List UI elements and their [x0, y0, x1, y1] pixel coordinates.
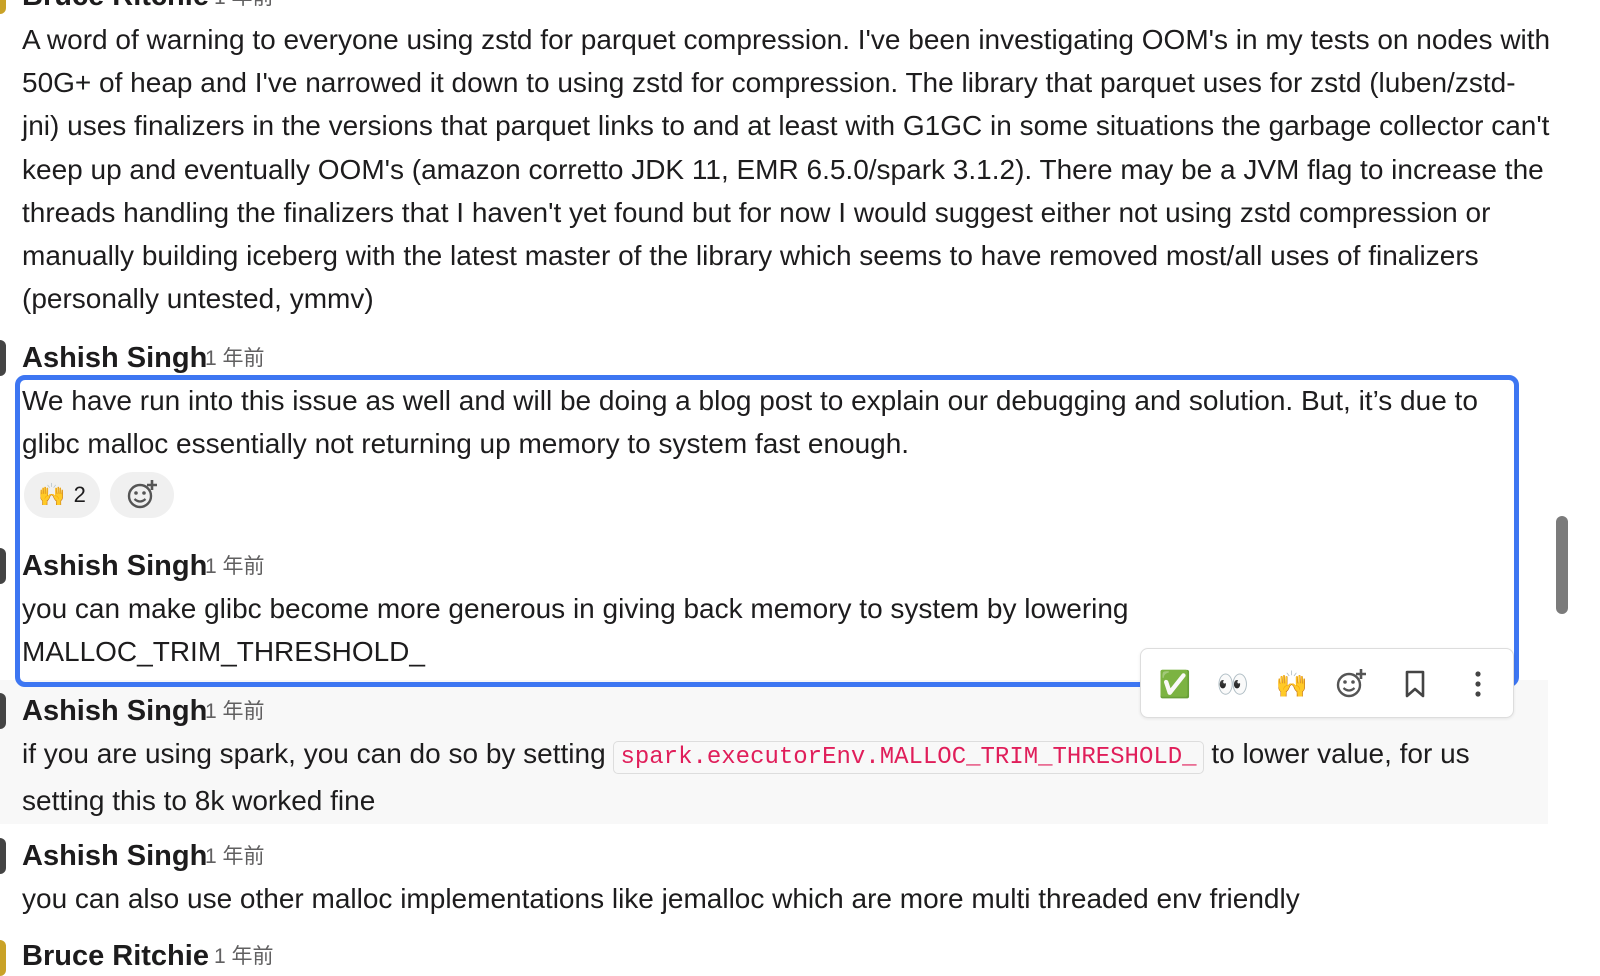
- eyes-icon: 👀: [1216, 668, 1250, 699]
- message-text: A word of warning to everyone using zstd…: [22, 24, 1551, 315]
- message-text: you can also use other malloc implementa…: [22, 883, 1300, 914]
- react-eyes-button[interactable]: 👀: [1209, 659, 1257, 709]
- message-actions-toolbar: ✅ 👀 🙌: [1140, 648, 1514, 718]
- message-timestamp[interactable]: 1 年前: [205, 694, 265, 730]
- more-actions-button[interactable]: [1454, 659, 1502, 709]
- check-mark-icon: ✅: [1158, 668, 1192, 699]
- add-reaction-icon: [127, 480, 157, 509]
- add-reaction-button[interactable]: [1327, 659, 1375, 709]
- message-text-line: you can make glibc become more generous …: [22, 593, 1129, 624]
- react-raised-hands-button[interactable]: 🙌: [1268, 659, 1316, 709]
- raised-hands-icon: 🙌: [38, 482, 66, 507]
- avatar[interactable]: [0, 940, 6, 976]
- message-author[interactable]: Ashish Singh: [22, 548, 207, 584]
- avatar[interactable]: [0, 838, 6, 874]
- avatar[interactable]: [0, 693, 6, 729]
- add-reaction-button[interactable]: [110, 472, 174, 518]
- reaction-count: 2: [73, 482, 86, 507]
- more-actions-icon: [1475, 671, 1481, 697]
- avatar[interactable]: [0, 340, 6, 376]
- message-timestamp[interactable]: 1 年前: [205, 549, 265, 585]
- add-reaction-icon: [1336, 669, 1366, 698]
- avatar[interactable]: [0, 548, 6, 584]
- save-for-later-button[interactable]: [1391, 659, 1439, 709]
- message-timestamp[interactable]: 1 年前: [205, 341, 265, 377]
- message-author[interactable]: Bruce Ritchie: [22, 938, 209, 974]
- message-timestamp[interactable]: 1 年前: [214, 939, 274, 975]
- avatar[interactable]: [0, 0, 6, 14]
- message-timestamp[interactable]: 1 年前: [205, 839, 265, 875]
- message-author[interactable]: Ashish Singh: [22, 693, 207, 729]
- message-timestamp[interactable]: 1 年前: [214, 0, 274, 16]
- bookmark-icon: [1405, 670, 1425, 698]
- message-text: We have run into this issue as well and …: [22, 385, 1478, 460]
- scrollbar-track[interactable]: [1556, 0, 1600, 972]
- message-text-before-code: if you are using spark, you can do so by…: [22, 738, 606, 769]
- scrollbar-thumb[interactable]: [1556, 516, 1568, 614]
- raised-hands-icon: 🙌: [1275, 668, 1309, 699]
- inline-code: spark.executorEnv.MALLOC_TRIM_THRESHOLD_: [613, 741, 1204, 774]
- reaction-raised-hands[interactable]: 🙌 2: [24, 472, 100, 518]
- message-author[interactable]: Ashish Singh: [22, 340, 207, 376]
- message-text: if you are using spark, you can do so by…: [22, 732, 1522, 822]
- message-author[interactable]: Ashish Singh: [22, 838, 207, 874]
- message-author[interactable]: Bruce Ritchie: [22, 0, 209, 14]
- react-check-button[interactable]: ✅: [1151, 659, 1199, 709]
